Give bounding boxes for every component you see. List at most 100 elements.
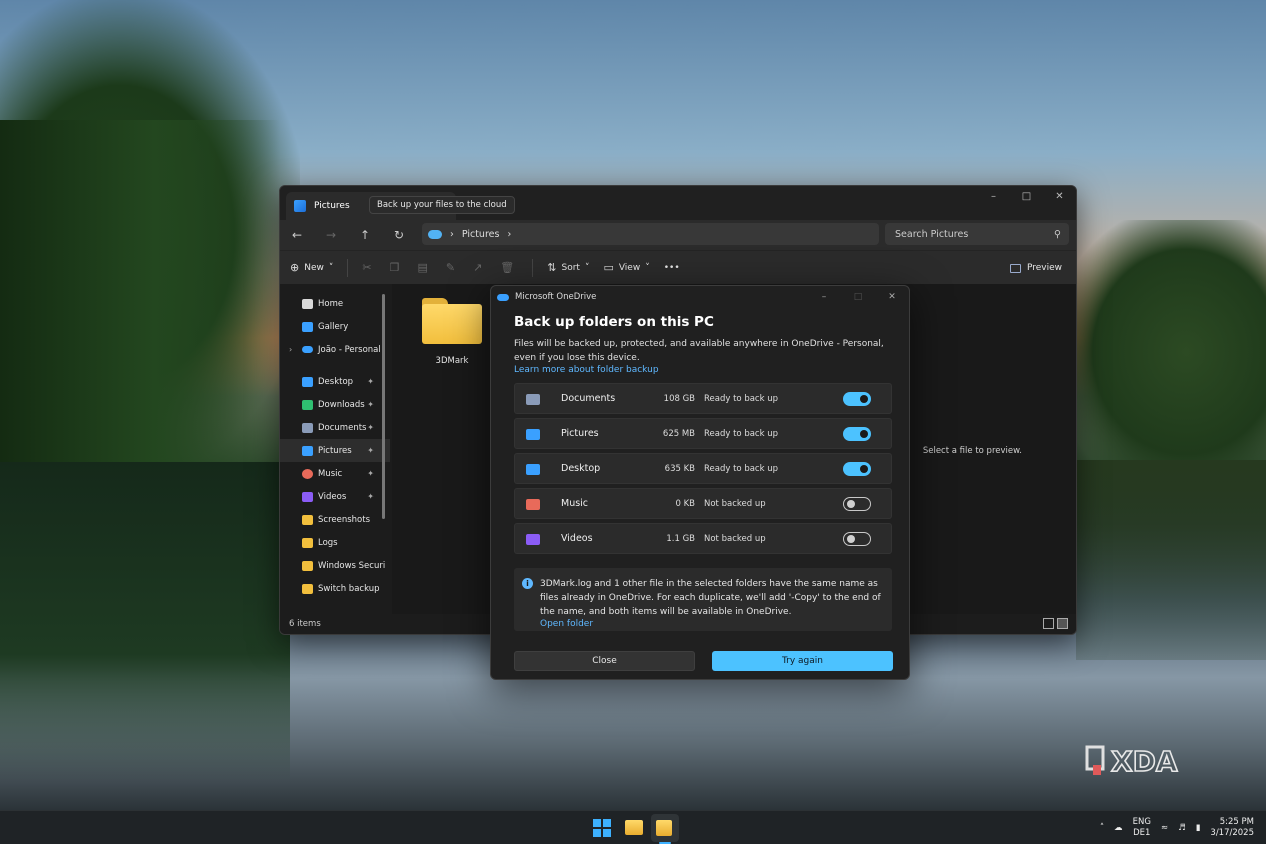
up-arrow-icon[interactable]: ↑ — [348, 228, 382, 242]
sidebar-item-label: Logs — [318, 537, 338, 548]
sidebar-item-gallery[interactable]: Gallery — [280, 315, 390, 338]
chevron-up-icon[interactable]: ˄ — [1100, 823, 1104, 833]
sidebar-item-label: Windows Securi — [318, 560, 386, 571]
search-input[interactable]: Search Pictures ⚲ — [885, 223, 1069, 245]
wallpaper-reflection-right — [1076, 460, 1266, 660]
view-label: View — [618, 262, 641, 273]
sidebar-item-music[interactable]: Music ✦ — [280, 462, 390, 485]
divider — [347, 258, 349, 277]
folder-status: Ready to back up — [704, 428, 779, 439]
folder-icon — [422, 296, 482, 344]
sidebar-item-videos[interactable]: Videos ✦ — [280, 485, 390, 508]
sidebar-item-downloads[interactable]: Downloads ✦ — [280, 393, 390, 416]
delete-icon[interactable]: 🗑 — [500, 261, 514, 274]
sidebar-item-switch-backup[interactable]: Switch backup — [280, 577, 390, 600]
breadcrumb-chevron-icon[interactable]: › — [507, 229, 511, 240]
close-icon[interactable]: ✕ — [875, 286, 909, 308]
rename-icon[interactable]: ✎ — [446, 261, 455, 274]
pin-icon: ✦ — [367, 400, 374, 409]
minimize-icon[interactable]: – — [807, 286, 841, 308]
onedrive-dialog: Microsoft OneDrive – □ ✕ Back up folders… — [490, 285, 910, 680]
pictures-icon — [302, 445, 313, 456]
folder-name: Videos — [561, 533, 593, 544]
chevron-down-icon: ˅ — [645, 262, 650, 273]
sidebar-item-documents[interactable]: Documents ✦ — [280, 416, 390, 439]
sort-button[interactable]: ⇅ Sort ˅ — [547, 261, 589, 274]
refresh-icon[interactable]: ↻ — [382, 228, 416, 242]
try-again-button[interactable]: Try again — [712, 651, 893, 671]
back-arrow-icon[interactable]: ← — [280, 228, 314, 242]
preview-button[interactable]: Preview — [1009, 251, 1062, 285]
sidebar-item-screenshots[interactable]: Screenshots — [280, 508, 390, 531]
sidebar-item-logs[interactable]: Logs — [280, 531, 390, 554]
learn-more-link[interactable]: Learn more about folder backup — [514, 365, 659, 375]
volume-icon[interactable]: ♬ — [1178, 823, 1186, 833]
input-language[interactable]: ENG DE1 — [1133, 817, 1151, 839]
chevron-right-icon[interactable]: › — [289, 345, 292, 354]
documents-icon — [302, 422, 313, 433]
minimize-icon[interactable]: – — [977, 186, 1010, 208]
battery-icon[interactable]: ▮ — [1196, 823, 1201, 833]
backup-toggle[interactable] — [843, 392, 871, 406]
wallpaper-forest-left-dense — [0, 120, 280, 470]
sidebar-item-label: João - Personal — [318, 344, 381, 355]
folder-list: Documents 108 GB Ready to back up Pictur… — [514, 383, 892, 558]
date: 3/17/2025 — [1210, 828, 1254, 838]
sidebar-item-label: Gallery — [318, 321, 349, 332]
paste-icon[interactable]: ▤ — [417, 261, 427, 274]
cut-icon[interactable]: ✂ — [362, 261, 371, 274]
backup-toggle[interactable] — [843, 427, 871, 441]
sidebar-item-label: Switch backup — [318, 583, 380, 594]
backup-toggle[interactable] — [843, 497, 871, 511]
backup-toggle[interactable] — [843, 462, 871, 476]
folder-item-3dmark[interactable]: 3DMark — [410, 296, 494, 366]
folder-name: Pictures — [561, 428, 599, 439]
address-bar[interactable]: › Pictures › — [422, 223, 879, 245]
keyboard-layout: DE1 — [1133, 828, 1151, 838]
sidebar-item-onedrive[interactable]: › João - Personal — [280, 338, 390, 361]
clock[interactable]: 5:25 PM 3/17/2025 — [1210, 817, 1254, 839]
xda-watermark-logo: XDA — [1085, 744, 1179, 779]
music-icon — [526, 499, 540, 510]
copy-icon[interactable]: ❐ — [390, 261, 400, 274]
view-button[interactable]: ▭ View ˅ — [603, 261, 649, 274]
search-icon: ⚲ — [1054, 228, 1061, 240]
music-icon — [302, 468, 313, 479]
system-tray: ˄ ☁ ENG DE1 ≈ ♬ ▮ 5:25 PM 3/17/2025 — [1100, 811, 1254, 844]
details-view-icon[interactable] — [1043, 618, 1054, 629]
folder-icon — [302, 560, 313, 571]
wifi-icon[interactable]: ≈ — [1161, 823, 1168, 833]
sidebar-item-home[interactable]: Home — [280, 292, 390, 315]
forward-arrow-icon[interactable]: → — [314, 228, 348, 242]
pictures-icon — [526, 429, 540, 440]
backup-toggle[interactable] — [843, 532, 871, 546]
onedrive-cloud-icon — [302, 346, 313, 353]
close-button[interactable]: Close — [514, 651, 695, 671]
open-folder-link[interactable]: Open folder — [540, 619, 593, 629]
desktop-icon — [302, 376, 313, 387]
dialog-heading: Back up folders on this PC — [514, 314, 714, 330]
folder-status: Not backed up — [704, 533, 766, 544]
sidebar-item-pictures[interactable]: Pictures ✦ — [280, 439, 390, 462]
maximize-icon[interactable]: □ — [841, 286, 875, 308]
folder-label: 3DMark — [435, 356, 469, 366]
onedrive-backup-icon[interactable] — [428, 229, 442, 239]
windows-start-icon[interactable] — [593, 819, 611, 837]
sidebar-item-desktop[interactable]: Desktop ✦ — [280, 370, 390, 393]
share-icon[interactable]: ↗ — [473, 261, 482, 274]
onedrive-tray-icon[interactable]: ☁ — [1114, 823, 1123, 833]
close-icon[interactable]: ✕ — [1043, 186, 1076, 208]
file-explorer-active-icon[interactable] — [656, 820, 672, 836]
breadcrumb-chevron-icon: › — [450, 228, 454, 240]
file-explorer-taskbar-icon[interactable] — [625, 820, 643, 835]
more-options-button[interactable]: ••• — [664, 263, 680, 273]
tooltip: Back up your files to the cloud — [369, 196, 515, 214]
tiles-view-icon[interactable] — [1057, 618, 1068, 629]
maximize-icon[interactable]: □ — [1010, 186, 1043, 208]
sidebar-item-windows-security[interactable]: Windows Securi — [280, 554, 390, 577]
sidebar-scrollbar[interactable] — [382, 294, 385, 519]
breadcrumb-pictures[interactable]: Pictures — [462, 229, 500, 240]
item-count: 6 items — [289, 619, 321, 629]
new-button[interactable]: ⊕ New ˅ — [290, 261, 333, 274]
folder-icon — [302, 514, 313, 525]
